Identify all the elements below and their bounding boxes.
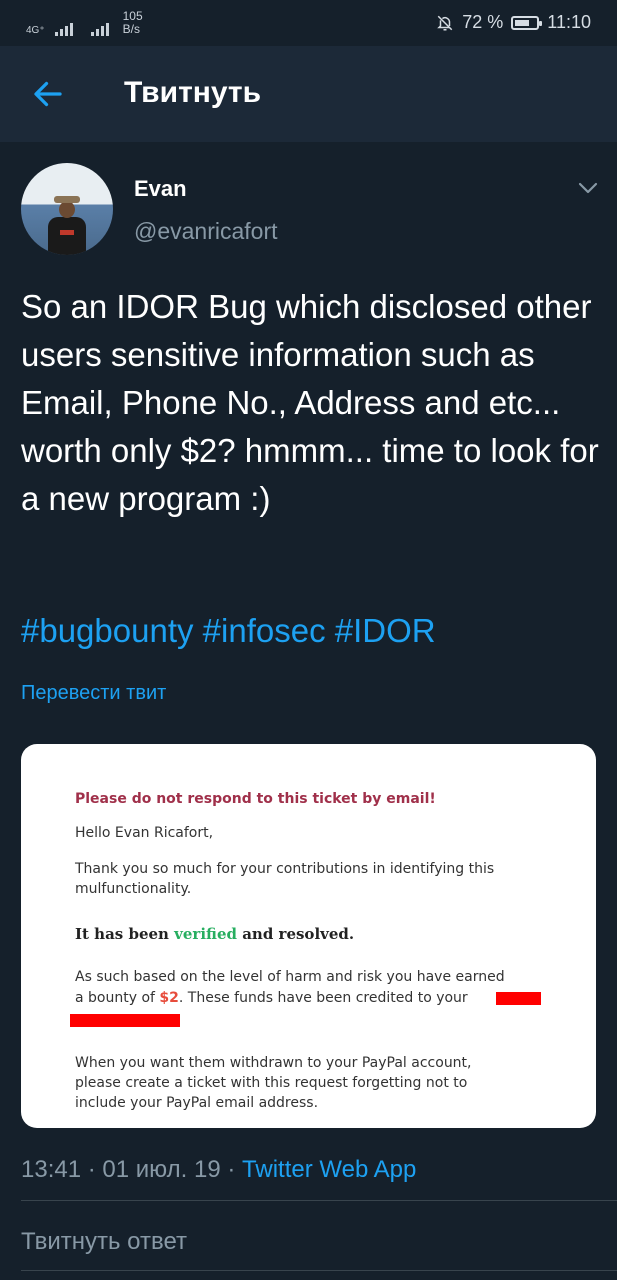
meta-separator: · — [87, 1156, 96, 1183]
avatar-figure — [48, 217, 86, 255]
bell-off-icon — [437, 15, 453, 30]
tweet-meta: 13:41 · 01 июл. 19 · Twitter Web App — [21, 1156, 416, 1184]
card-bounty-suffix: . These funds have been credited to your — [178, 990, 468, 1006]
card-verified-suffix: and resolved. — [236, 925, 355, 943]
status-left: 4G⁺ 105 B/s — [26, 10, 143, 36]
avatar[interactable] — [21, 163, 113, 255]
author-handle[interactable]: @evanricafort — [134, 218, 278, 245]
net-speed: 105 B/s — [123, 10, 143, 36]
card-warning: Please do not respond to this ticket by … — [75, 791, 436, 807]
card-withdraw: When you want them withdrawn to your Pay… — [75, 1055, 472, 1111]
card-verified-word: verified — [174, 925, 237, 943]
status-right: 72 % 11:10 — [436, 12, 591, 33]
network-type-label: 4G⁺ — [26, 25, 45, 36]
status-bar: 4G⁺ 105 B/s 72 % 11:10 — [0, 0, 617, 46]
card-bounty-prefix: a bounty of — [75, 990, 160, 1006]
meta-separator: · — [227, 1156, 236, 1183]
arrow-left-icon[interactable] — [30, 76, 66, 112]
avatar-head — [59, 201, 75, 218]
battery-percent: 72 % — [462, 12, 504, 32]
hashtag-link[interactable]: #infosec — [203, 612, 326, 649]
tweet-text: So an IDOR Bug which disclosed other use… — [21, 288, 599, 517]
redaction-bar — [496, 992, 541, 1005]
divider — [21, 1200, 617, 1201]
hashtag-link[interactable]: #IDOR — [335, 612, 436, 649]
tweet-date: 01 июл. 19 — [102, 1156, 221, 1183]
attached-image[interactable]: Please do not respond to this ticket by … — [21, 744, 596, 1128]
redaction-bar — [70, 1014, 180, 1027]
card-verified-line: It has been verified and resolved. — [75, 924, 555, 944]
page-title: Твитнуть — [124, 76, 262, 109]
avatar-shirt-logo — [60, 230, 74, 235]
hashtag-link[interactable]: #bugbounty — [21, 612, 194, 649]
card-bounty-line-1: As such based on the level of harm and r… — [75, 969, 505, 985]
hashtags: #bugbounty #infosec #IDOR — [21, 612, 436, 650]
divider — [21, 1270, 617, 1271]
tweet-time: 13:41 — [21, 1156, 82, 1183]
card-thanks: Thank you so much for your contributions… — [75, 861, 495, 897]
avatar-hat — [54, 196, 80, 203]
signal-icon — [90, 23, 109, 36]
reply-input[interactable]: Твитнуть ответ — [21, 1228, 187, 1256]
signal-icon — [54, 23, 73, 36]
card-verified-prefix: It has been — [75, 925, 175, 943]
app-bar: Твитнуть — [0, 46, 617, 142]
chevron-down-icon[interactable] — [577, 180, 599, 196]
net-speed-unit: B/s — [122, 22, 140, 36]
status-time: 11:10 — [547, 12, 591, 32]
card-greeting: Hello Evan Ricafort, — [75, 825, 214, 841]
translate-tweet-link[interactable]: Перевести твит — [21, 682, 166, 705]
battery-level-fill — [515, 19, 530, 26]
tweet-source-link[interactable]: Twitter Web App — [242, 1156, 416, 1183]
card-bounty-amount: $2 — [159, 990, 179, 1006]
battery-icon — [511, 15, 543, 30]
card-bounty-line-2: a bounty of $2. These funds have been cr… — [75, 988, 555, 1008]
author-name[interactable]: Evan — [134, 176, 187, 202]
